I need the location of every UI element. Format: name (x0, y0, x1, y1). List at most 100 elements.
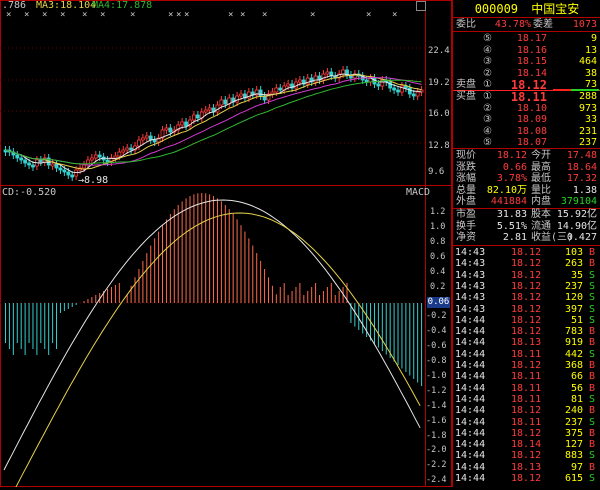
tick-row[interactable]: 14:43 18.12 35 S (453, 270, 600, 281)
event-marker-icon[interactable]: × (240, 10, 245, 20)
tick-row[interactable]: 14:44 18.14 127 B (453, 439, 600, 450)
candle-body (392, 87, 396, 91)
tick-row[interactable]: 14:44 18.11 81 S (453, 394, 600, 405)
sell-order-row[interactable]: ④ 18.16 13 (453, 45, 600, 57)
tick-volume: 263 (564, 258, 583, 270)
tick-row[interactable]: 14:43 18.12 397 S (453, 304, 600, 315)
order-volume: 231 (578, 125, 597, 137)
tick-row[interactable]: 14:44 18.12 240 B (453, 405, 600, 416)
order-level-icon: ② (483, 67, 492, 79)
tick-row[interactable]: 14:44 18.12 51 S (453, 315, 600, 326)
quote-value: 379104 (560, 196, 597, 207)
tick-row[interactable]: 14:44 18.13 919 B (453, 337, 600, 348)
tick-price: 18.13 (511, 461, 542, 473)
quote-label: 涨幅 (456, 173, 476, 184)
tick-volume: 81 (570, 393, 583, 405)
tick-row[interactable]: 14:44 18.11 56 B (453, 383, 600, 394)
tick-time: 14:44 (455, 360, 486, 371)
finance-row: 净资 2.81 收益(三) 0.427 (453, 232, 600, 244)
tick-row[interactable]: 14:44 18.12 375 B (453, 428, 600, 439)
macd-tick-label: -2.0 (426, 445, 447, 456)
event-marker-icon[interactable]: × (262, 10, 267, 20)
tick-side: B (589, 461, 596, 473)
event-marker-icon[interactable]: × (100, 10, 105, 20)
buy-order-row[interactable]: ③ 18.09 33 (453, 114, 600, 126)
tick-row[interactable]: 14:44 18.12 783 B (453, 326, 600, 337)
candle-body (411, 93, 416, 97)
event-marker-icon[interactable]: × (24, 10, 29, 20)
buy-order-row[interactable]: ④ 18.08 231 (453, 126, 600, 138)
macd-current-value: 0.06 (427, 297, 450, 308)
tick-volume: 240 (564, 405, 583, 417)
finance-value: 31.83 (496, 209, 527, 220)
tick-row[interactable]: 14:44 18.12 615 S (453, 473, 600, 484)
tick-side: B (589, 405, 596, 417)
candle-body (121, 149, 126, 153)
tick-price: 18.12 (511, 473, 542, 484)
event-marker-icon[interactable]: × (392, 10, 397, 20)
order-volume: 973 (578, 102, 597, 114)
commission-ratio-value: 43.78% (494, 19, 531, 30)
candle-body (15, 154, 20, 159)
candle-body (89, 157, 94, 161)
macd-tick-label: -1.4 (426, 400, 447, 411)
candle-body (274, 87, 279, 93)
quote-value: 3.78% (496, 173, 527, 184)
kline-chart-area[interactable]: .786 MA3:18.104 MA4:17.878 × × × × × × × × × × × × ×… (0, 0, 452, 490)
sell-order-row[interactable]: ③ 18.15 464 (453, 56, 600, 68)
tick-row[interactable]: 14:43 18.12 237 S (453, 281, 600, 292)
kline-chart-svg[interactable] (0, 0, 452, 490)
tick-row[interactable]: 14:43 18.12 103 B (453, 247, 600, 258)
event-marker-icon[interactable]: × (228, 10, 233, 20)
order-volume: 9 (590, 33, 597, 44)
sell-order-row[interactable]: ⑤ 18.17 9 (453, 33, 600, 45)
event-marker-icon[interactable]: × (60, 10, 65, 20)
order-level-icon: ② (483, 102, 492, 114)
tick-row[interactable]: 14:44 18.11 237 S (453, 417, 600, 428)
tick-volume: 397 (564, 303, 583, 315)
finance-value: 2.81 (502, 232, 527, 243)
event-marker-icon[interactable]: × (366, 10, 371, 20)
tick-volume: 883 (564, 450, 583, 462)
tick-time: 14:44 (455, 348, 486, 360)
tick-price: 18.12 (511, 405, 542, 417)
macd-tick-label: 0.4 (430, 266, 446, 277)
tick-time: 14:44 (455, 314, 486, 326)
event-marker-icon[interactable]: × (42, 10, 47, 20)
macd-dea-line (13, 212, 421, 490)
event-marker-icon[interactable]: × (168, 10, 173, 20)
event-marker-icon[interactable]: × (184, 10, 189, 20)
commission-row: 委比 43.78% 委差 1073 (453, 19, 600, 31)
tick-row[interactable]: 14:43 18.12 263 B (453, 258, 600, 269)
buy-order-row[interactable]: 买盘 ① 18.11 288 (453, 91, 600, 103)
event-marker-icon[interactable]: × (310, 10, 315, 20)
tick-volume: 66 (570, 371, 583, 383)
candle-body (270, 91, 275, 95)
tick-row[interactable]: 14:44 18.11 66 B (453, 371, 600, 382)
candle-body (203, 109, 208, 113)
tick-volume: 375 (564, 427, 583, 439)
tick-row[interactable]: 14:44 18.11 442 S (453, 349, 600, 360)
tick-row[interactable]: 14:44 18.12 883 S (453, 450, 600, 461)
tick-price: 18.11 (511, 416, 542, 428)
buy-order-row[interactable]: ② 18.10 973 (453, 103, 600, 115)
tick-row[interactable]: 14:44 18.12 368 B (453, 360, 600, 371)
tick-volume: 368 (564, 360, 583, 371)
quote-value: 17.48 (566, 150, 597, 161)
event-marker-icon[interactable]: × (176, 10, 181, 20)
macd-tick-label: -0.4 (426, 326, 447, 337)
tick-time: 14:43 (455, 303, 486, 315)
macd-tick-label: -1.0 (426, 370, 447, 381)
tick-row[interactable]: 14:44 18.13 97 B (453, 462, 600, 473)
candle-body (286, 83, 291, 87)
tick-price: 18.11 (511, 393, 542, 405)
event-marker-icon[interactable]: × (82, 10, 87, 20)
commission-diff-value: 1073 (572, 19, 597, 30)
tick-row[interactable]: 14:43 18.12 120 S (453, 292, 600, 303)
event-marker-icon[interactable]: × (6, 10, 11, 20)
tick-side: S (589, 348, 596, 360)
tick-price: 18.12 (511, 314, 542, 326)
candle-body (82, 164, 86, 169)
tick-price: 18.11 (511, 382, 542, 394)
event-marker-icon[interactable]: × (130, 10, 135, 20)
